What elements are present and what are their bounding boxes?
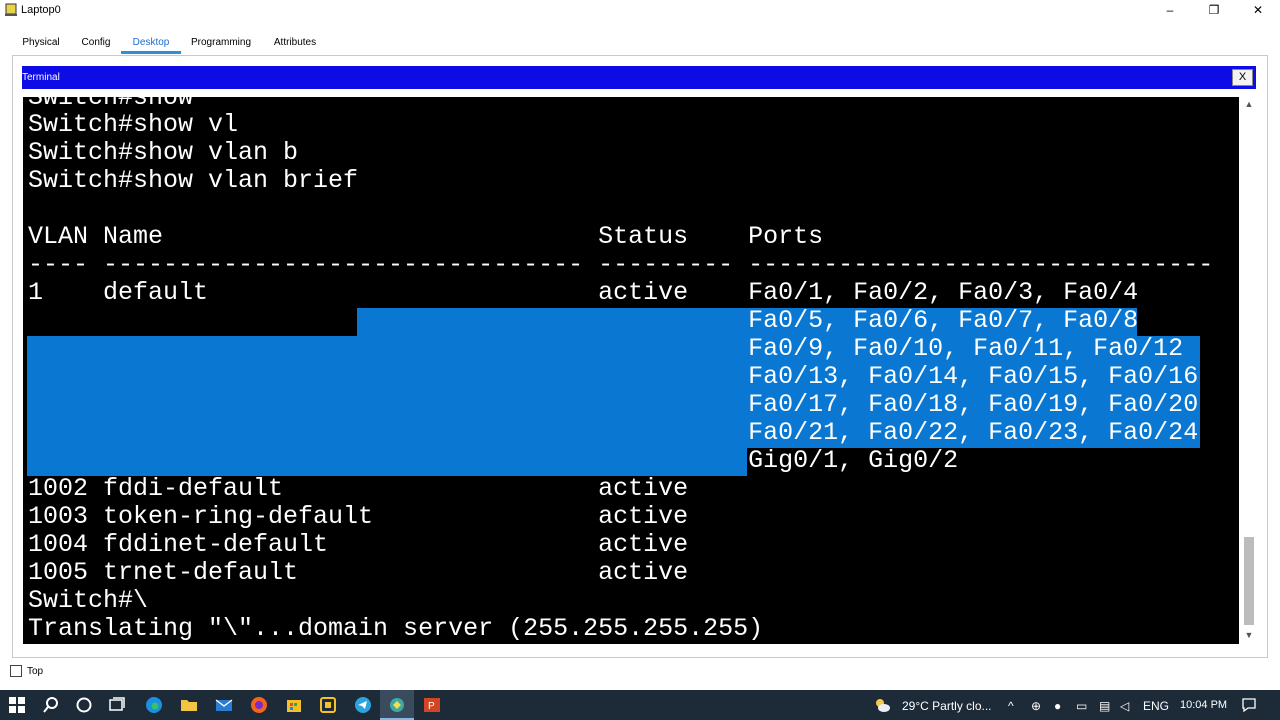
telegram-icon[interactable] bbox=[354, 696, 372, 714]
mail-icon[interactable] bbox=[215, 696, 233, 714]
tab-programming[interactable]: Programming bbox=[185, 34, 257, 54]
battery-icon[interactable]: ▭ bbox=[1076, 699, 1087, 713]
windows-taskbar: P 29°C Partly clo... ^ ⊕ ● ▭ ▤ ◁ ENG 10:… bbox=[0, 690, 1280, 720]
terminal-output[interactable]: Switch#show Switch#show vl Switch#show v… bbox=[23, 97, 1239, 644]
terminal-line: 1005 trnet-default active bbox=[28, 558, 689, 587]
laptop-app-icon bbox=[5, 3, 17, 16]
terminal-scrollbar[interactable]: ▲ ▼ bbox=[1241, 97, 1257, 644]
task-view-icon[interactable] bbox=[108, 696, 126, 714]
terminal-line: Switch#show vl bbox=[28, 110, 239, 139]
text-cursor-icon bbox=[327, 306, 333, 322]
app-icon[interactable] bbox=[319, 696, 337, 714]
search-icon[interactable] bbox=[42, 696, 60, 714]
restore-button[interactable]: ❐ bbox=[1192, 0, 1236, 22]
close-button[interactable]: ✕ bbox=[1236, 0, 1280, 22]
microphone-icon[interactable]: ● bbox=[1054, 699, 1061, 713]
cortana-icon[interactable] bbox=[75, 696, 93, 714]
minimize-button[interactable]: – bbox=[1148, 0, 1192, 22]
terminal-title: Terminal bbox=[22, 72, 60, 83]
windows-start-icon[interactable] bbox=[8, 696, 26, 714]
terminal-line: Fa0/21, Fa0/22, Fa0/23, Fa0/24 bbox=[28, 418, 1199, 447]
terminal-line: VLAN Name Status Ports bbox=[28, 222, 824, 251]
top-checkbox[interactable] bbox=[10, 665, 22, 677]
terminal-line: Gig0/1, Gig0/2 bbox=[28, 446, 959, 475]
meet-now-icon[interactable]: ⊕ bbox=[1031, 699, 1041, 713]
tab-desktop[interactable]: Desktop bbox=[121, 34, 181, 54]
terminal-line: Fa0/17, Fa0/18, Fa0/19, Fa0/20 bbox=[28, 390, 1199, 419]
svg-text:P: P bbox=[428, 701, 435, 712]
weather-text[interactable]: 29°C Partly clo... bbox=[902, 699, 992, 713]
terminal-line: Fa0/9, Fa0/10, Fa0/11, Fa0/12 bbox=[28, 334, 1184, 363]
store-icon[interactable] bbox=[285, 696, 303, 714]
clock[interactable]: 10:04 PM bbox=[1180, 699, 1227, 711]
terminal-line: Fa0/13, Fa0/14, Fa0/15, Fa0/16 bbox=[28, 362, 1199, 391]
tab-physical[interactable]: Physical bbox=[13, 34, 69, 54]
file-explorer-icon[interactable] bbox=[180, 696, 198, 714]
volume-icon[interactable]: ◁ bbox=[1120, 699, 1129, 713]
notification-icon[interactable] bbox=[1240, 696, 1258, 714]
show-hidden-icons-icon[interactable]: ^ bbox=[1008, 699, 1014, 713]
terminal-line: 1003 token-ring-default active bbox=[28, 502, 689, 531]
network-icon[interactable]: ▤ bbox=[1099, 699, 1110, 713]
window-titlebar: Laptop0 – ❐ ✕ bbox=[0, 0, 1280, 22]
terminal-line: 1002 fddi-default active bbox=[28, 474, 689, 503]
language-indicator[interactable]: ENG bbox=[1143, 699, 1169, 713]
terminal-close-button[interactable]: X bbox=[1232, 69, 1253, 86]
terminal-line: Switch#show vlan b bbox=[28, 138, 299, 167]
terminal-line: 1 default active Fa0/1, Fa0/2, Fa0/3, Fa… bbox=[28, 278, 1139, 307]
top-checkbox-label: Top bbox=[27, 666, 44, 677]
firefox-icon[interactable] bbox=[250, 696, 268, 714]
powerpoint-icon[interactable]: P bbox=[423, 696, 441, 714]
terminal-line: Fa0/5, Fa0/6, Fa0/7, Fa0/8 bbox=[28, 306, 1139, 335]
terminal-line: ---- -------------------------------- --… bbox=[28, 250, 1214, 279]
terminal-line: Translating "\"...domain server (255.255… bbox=[28, 614, 764, 643]
scroll-thumb[interactable] bbox=[1244, 537, 1254, 625]
tab-config[interactable]: Config bbox=[71, 34, 121, 54]
terminal-line: 1004 fddinet-default active bbox=[28, 530, 689, 559]
weather-icon[interactable] bbox=[873, 696, 891, 714]
terminal-header: Terminal X bbox=[22, 66, 1256, 89]
terminal-line: Switch#\ bbox=[28, 586, 149, 615]
terminal-line: Switch#show vlan brief bbox=[28, 166, 359, 195]
scroll-up-icon[interactable]: ▲ bbox=[1241, 99, 1257, 113]
scroll-down-icon[interactable]: ▼ bbox=[1241, 630, 1257, 644]
edge-browser-icon[interactable] bbox=[145, 696, 163, 714]
tab-attributes[interactable]: Attributes bbox=[265, 34, 325, 54]
packet-tracer-icon[interactable] bbox=[388, 696, 406, 714]
window-title: Laptop0 bbox=[21, 4, 61, 16]
